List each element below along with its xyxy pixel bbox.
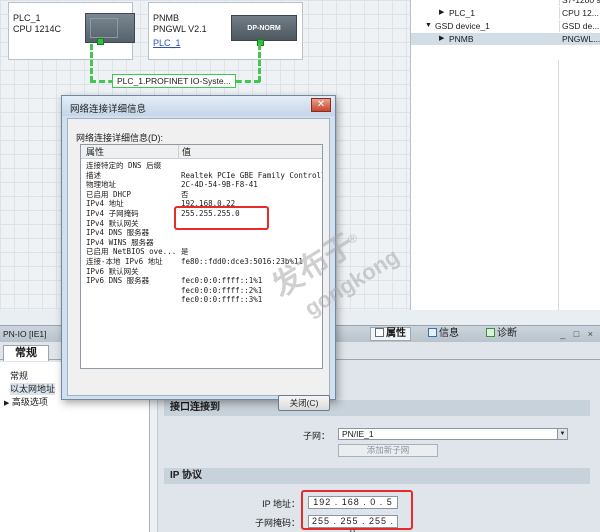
expand-arrow-icon[interactable]: ▶ <box>439 7 444 19</box>
window-controls[interactable]: _ □ × <box>560 329 596 339</box>
collapse-arrow-icon[interactable]: ▼ <box>425 20 432 32</box>
details-property: 描述 <box>86 170 101 180</box>
details-property: IPv4 地址 <box>86 199 124 209</box>
tab-info[interactable]: 信息 <box>428 328 459 340</box>
add-subnet-button[interactable]: 添加新子网 <box>338 444 438 457</box>
tab-info-label: 信息 <box>439 328 459 339</box>
tree-row[interactable]: ▶ PNMB PNGWL... <box>411 33 600 45</box>
plc-type: CPU 1214C <box>13 24 62 34</box>
details-table-header: 属性 值 <box>81 145 322 159</box>
tab-properties[interactable]: 属性 <box>370 327 411 341</box>
details-property: 连接-本地 IPv6 地址 <box>86 257 163 266</box>
tree-label: PNMB <box>449 34 474 44</box>
nav-item-ethernet-address[interactable]: 以太网地址 <box>10 383 56 395</box>
details-property: 已启用 NetBIOS ove... <box>86 247 177 257</box>
ip-address-label: IP 地址： <box>262 499 300 509</box>
tree-empty-area <box>411 60 600 310</box>
plc-name: PLC_1 <box>13 13 41 23</box>
interface-section-header[interactable]: 接口连接到 <box>164 400 590 416</box>
gateway-name: PNMB <box>153 13 180 23</box>
tab-general[interactable]: 常规 <box>3 345 49 361</box>
column-header-property: 属性 <box>86 147 105 157</box>
details-row[interactable]: 物理地址 2C-4D-54-9B-F8-41 <box>81 180 322 190</box>
info-icon <box>428 328 437 337</box>
subnet-label: 子网： <box>302 431 330 441</box>
tree-label: PLC_1 <box>449 8 475 18</box>
details-property: 连接特定的 DNS 后缀 <box>86 161 162 170</box>
nav-item-advanced[interactable]: ▶ 高级选项 <box>4 396 48 410</box>
tab-diagnostics[interactable]: 诊断 <box>486 328 517 340</box>
details-value: 否 <box>181 189 189 199</box>
expand-arrow-icon: ▶ <box>4 400 10 407</box>
details-property: IPv4 默认网关 <box>86 218 139 228</box>
gateway-link-line <box>258 44 261 82</box>
chevron-down-icon[interactable]: ▼ <box>557 429 567 439</box>
gateway-device[interactable]: PNMB PNGWL V2.1 PLC_1 DP-NORM <box>148 2 303 60</box>
tree-row[interactable]: S7-1200 station_1 <box>411 0 600 6</box>
properties-icon <box>375 328 384 337</box>
details-row[interactable]: 连接特定的 DNS 后缀 <box>81 161 322 170</box>
details-property: IPv4 DNS 服务器 <box>86 228 150 238</box>
subnet-value: PN/IE_1 <box>342 429 374 439</box>
close-icon[interactable]: ✕ <box>311 98 331 112</box>
tree-type: S7-1200 station_1 <box>559 0 600 6</box>
ip-highlight-box <box>301 490 413 530</box>
details-row[interactable]: IPv4 WINS 服务器 <box>81 237 322 247</box>
column-header-value: 值 <box>178 145 191 159</box>
tab-diagnostics-label: 诊断 <box>497 328 517 339</box>
project-tree: S7-1200 station_1 ▶ PLC_1 CPU 12... ▼ GS… <box>410 0 600 310</box>
diagnostics-icon <box>486 328 495 337</box>
dialog-caption: 网络连接详细信息(D): <box>76 133 163 143</box>
details-property: IPv4 WINS 服务器 <box>86 237 154 247</box>
profinet-system-label[interactable]: PLC_1.PROFINET IO-Syste... <box>112 74 236 88</box>
ipv4-highlight-box <box>174 206 269 230</box>
details-property: IPv6 DNS 服务器 <box>86 276 150 286</box>
details-property: 已启用 DHCP <box>86 189 132 199</box>
tab-properties-label: 属性 <box>386 328 406 339</box>
inspector-title: PN-IO [IE1] <box>3 329 47 339</box>
tree-type: CPU 12... <box>559 7 600 19</box>
dialog-title: 网络连接详细信息 <box>70 104 147 115</box>
plc-port-icon[interactable] <box>97 38 104 45</box>
dialog-titlebar[interactable]: 网络连接详细信息 ✕ <box>62 96 335 116</box>
dp-norm-module[interactable]: DP-NORM <box>231 15 297 41</box>
tree-type: PNGWL... <box>559 33 600 45</box>
details-value: Realtek PCIe GBE Family Controller <box>181 170 323 180</box>
subnet-dropdown[interactable]: PN/IE_1 ▼ <box>338 428 568 440</box>
plc-link-line <box>90 44 93 82</box>
watermark-registered-icon: ® <box>348 232 357 246</box>
plc-device[interactable]: PLC_1 CPU 1214C <box>8 2 135 60</box>
details-row[interactable]: 已启用 DHCP 否 <box>81 189 322 199</box>
details-property: 物理地址 <box>86 180 116 190</box>
details-property: IPv6 默认网关 <box>86 266 139 276</box>
details-property: IPv4 子网掩码 <box>86 209 139 218</box>
expand-arrow-icon[interactable]: ▶ <box>439 33 444 45</box>
tree-label: GSD device_1 <box>435 21 490 31</box>
gateway-type: PNGWL V2.1 <box>153 24 207 34</box>
nav-item-general[interactable]: 常规 <box>10 370 28 382</box>
details-value: 2C-4D-54-9B-F8-41 <box>181 180 258 190</box>
subnet-mask-label: 子网掩码： <box>254 518 300 528</box>
tree-type: GSD de... <box>559 20 600 32</box>
gateway-controller-link[interactable]: PLC_1 <box>153 38 181 48</box>
tree-row[interactable]: ▼ GSD device_1 GSD de... <box>411 20 600 32</box>
details-row[interactable]: 描述 Realtek PCIe GBE Family Controller <box>81 170 323 180</box>
ip-section-header[interactable]: IP 协议 <box>164 468 590 484</box>
nav-item-advanced-label: 高级选项 <box>11 397 48 407</box>
tree-row[interactable]: ▶ PLC_1 CPU 12... <box>411 7 600 19</box>
close-button[interactable]: 关闭(C) <box>278 395 330 411</box>
plc-image <box>85 13 135 43</box>
